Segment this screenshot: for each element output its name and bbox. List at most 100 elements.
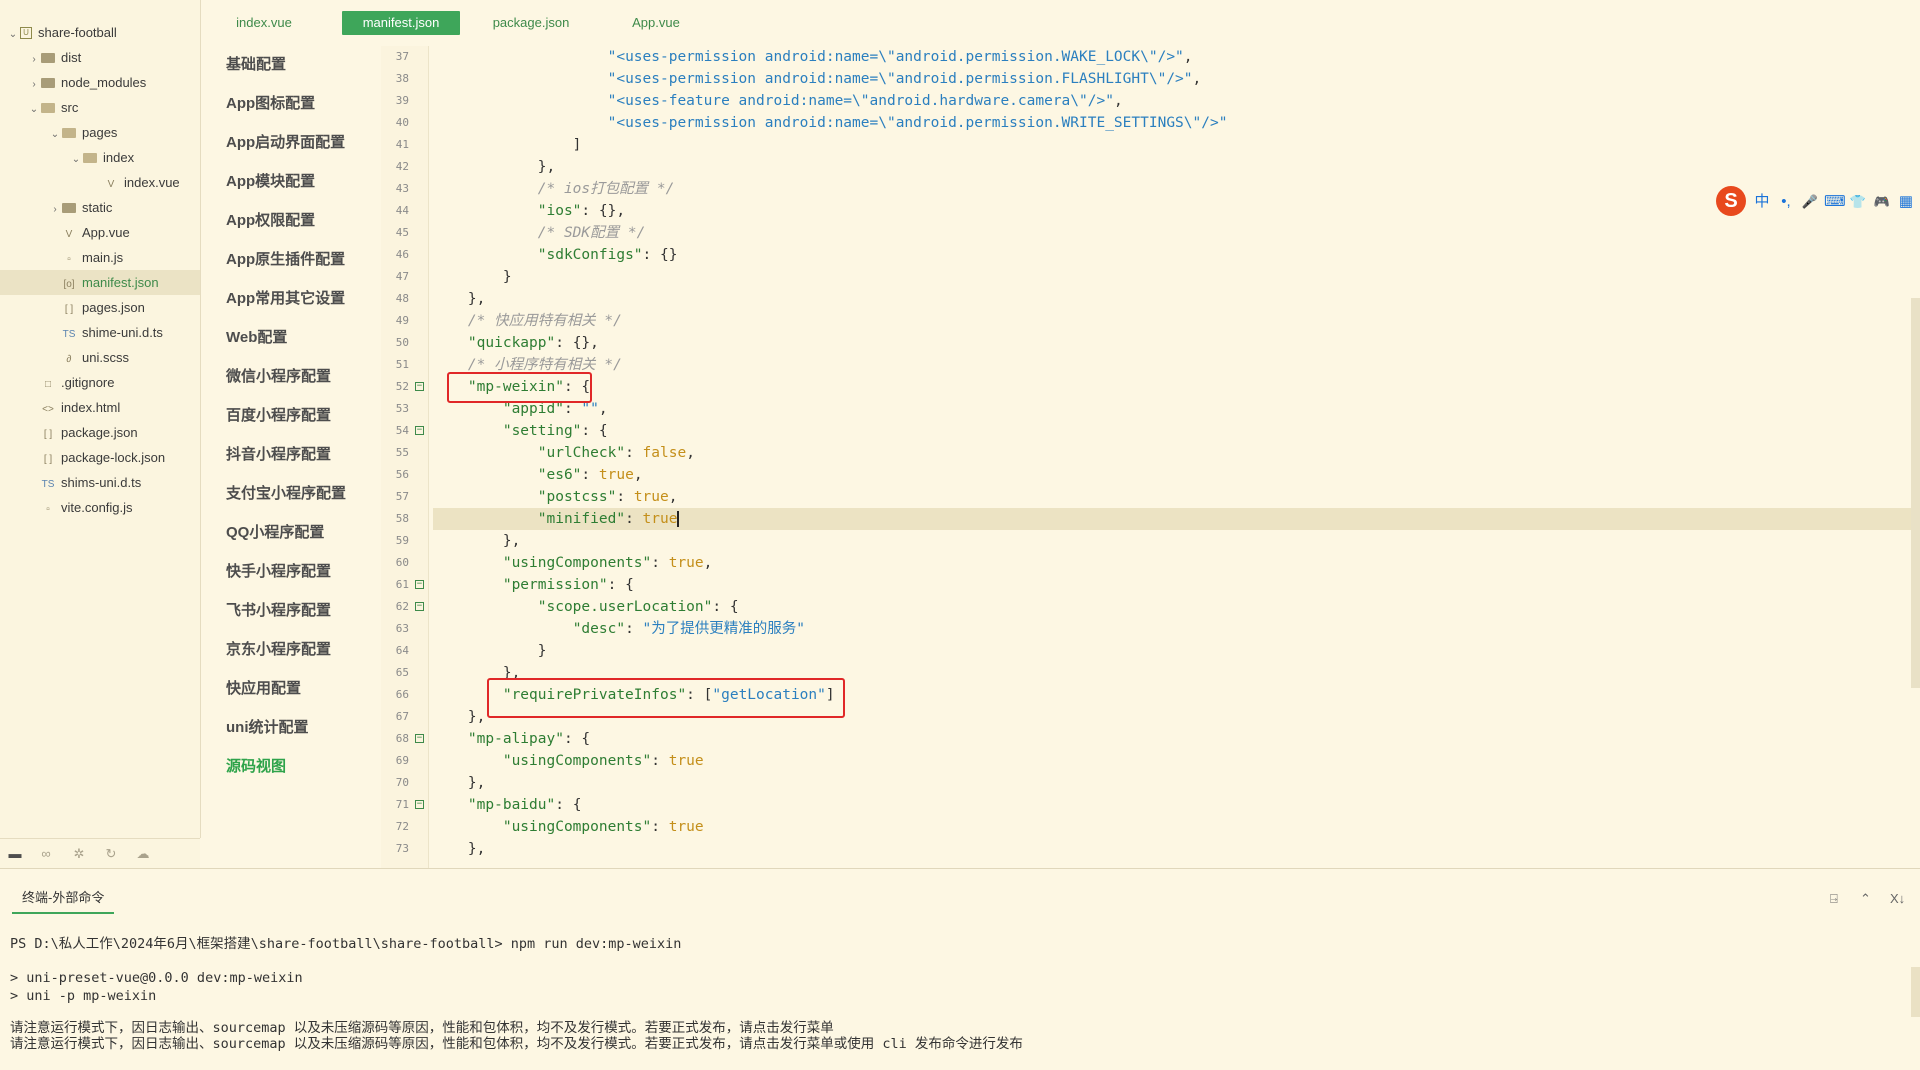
nav-jd-mp-config[interactable]: 京东小程序配置 — [226, 640, 331, 660]
code-line[interactable]: /* SDK配置 */ — [433, 222, 1920, 244]
tree-item[interactable]: › dist — [0, 45, 200, 70]
chevron-right-icon[interactable]: › — [27, 47, 41, 72]
code-line[interactable]: "scope.userLocation": { — [433, 596, 1920, 618]
code-line[interactable]: "urlCheck": false, — [433, 442, 1920, 464]
tree-item[interactable]: › static — [0, 195, 200, 220]
tree-item[interactable]: › node_modules — [0, 70, 200, 95]
terminal-scrollbar[interactable] — [1911, 967, 1920, 1017]
nav-app-modules-config[interactable]: App模块配置 — [226, 172, 315, 192]
refresh-icon[interactable]: ↻ — [104, 847, 118, 861]
code-line[interactable]: "<uses-permission android:name=\"android… — [433, 46, 1920, 68]
tree-item[interactable]: Vindex.vue — [0, 170, 200, 195]
nav-app-permission-config[interactable]: App权限配置 — [226, 211, 315, 231]
nav-weixin-mp-config[interactable]: 微信小程序配置 — [226, 367, 331, 387]
files-icon[interactable]: ▬ — [8, 847, 22, 861]
code-line[interactable]: }, — [433, 156, 1920, 178]
keyboard-icon[interactable]: ⌨ — [1824, 192, 1846, 212]
code-line[interactable]: "postcss": true, — [433, 486, 1920, 508]
chevron-down-icon[interactable]: ⌄ — [48, 122, 62, 147]
nav-web-config[interactable]: Web配置 — [226, 328, 287, 348]
tree-item[interactable]: [ ] package-lock.json — [0, 445, 200, 470]
terminal-tab[interactable]: 终端-外部命令 — [12, 887, 115, 914]
nav-quickapp-config[interactable]: 快应用配置 — [226, 679, 301, 699]
tree-item[interactable]: TS shims-uni.d.ts — [0, 470, 200, 495]
fold-toggle-icon[interactable]: − — [415, 800, 424, 809]
nav-uni-stat-config[interactable]: uni统计配置 — [226, 718, 309, 738]
nav-app-native-plugin-config[interactable]: App原生插件配置 — [226, 250, 345, 270]
nav-app-splash-config[interactable]: App启动界面配置 — [226, 133, 345, 153]
tree-item[interactable]: <> index.html — [0, 395, 200, 420]
chevron-right-icon[interactable]: › — [48, 197, 62, 222]
code-line[interactable]: "usingComponents": true — [433, 816, 1920, 838]
nav-alipay-mp-config[interactable]: 支付宝小程序配置 — [226, 484, 346, 504]
code-line[interactable]: "minified": true — [433, 508, 1920, 530]
code-line[interactable]: "appid": "", — [433, 398, 1920, 420]
chevron-down-icon[interactable]: ⌄ — [27, 97, 41, 122]
ime-chinese-button[interactable]: 中 — [1752, 192, 1772, 212]
nav-source-view[interactable]: 源码视图 — [226, 757, 286, 777]
code-line[interactable]: "<uses-permission android:name=\"android… — [433, 68, 1920, 90]
code-line[interactable]: "sdkConfigs": {} — [433, 244, 1920, 266]
code-line[interactable]: "usingComponents": true, — [433, 552, 1920, 574]
code-line[interactable]: "quickapp": {}, — [433, 332, 1920, 354]
fold-toggle-icon[interactable]: − — [415, 602, 424, 611]
code-line[interactable]: "setting": { — [433, 420, 1920, 442]
tree-item[interactable]: ∂ uni.scss — [0, 345, 200, 370]
cloud-icon[interactable]: ☁ — [136, 847, 150, 861]
debug-icon[interactable]: ✲ — [72, 847, 86, 861]
code-line[interactable]: } — [433, 640, 1920, 662]
nav-douyin-mp-config[interactable]: 抖音小程序配置 — [226, 445, 331, 465]
code-line[interactable]: }, — [433, 288, 1920, 310]
code-line[interactable]: "mp-alipay": { — [433, 728, 1920, 750]
game-icon[interactable]: 🎮 — [1872, 192, 1892, 212]
nav-qq-mp-config[interactable]: QQ小程序配置 — [226, 523, 324, 543]
chevron-down-icon[interactable]: ⌄ — [6, 22, 20, 47]
code-line[interactable]: "ios": {}, — [433, 200, 1920, 222]
fold-toggle-icon[interactable]: − — [415, 426, 424, 435]
tree-item[interactable]: ⌄ Ushare-football — [0, 20, 200, 45]
fold-toggle-icon[interactable]: − — [415, 734, 424, 743]
binoculars-icon[interactable]: ∞ — [39, 847, 53, 861]
fold-toggle-icon[interactable]: − — [415, 580, 424, 589]
tab-manifest-json[interactable]: manifest.json — [342, 11, 460, 35]
nav-feishu-mp-config[interactable]: 飞书小程序配置 — [226, 601, 331, 621]
code-line[interactable]: }, — [433, 838, 1920, 860]
code-editor[interactable]: 37 38 39 40 41 42 43 44 45 46 47 48 49 50 51 52−53 54−55… — [381, 46, 1920, 868]
code-line[interactable]: "<uses-feature android:name=\"android.ha… — [433, 90, 1920, 112]
tree-item[interactable]: ▫ vite.config.js — [0, 495, 200, 520]
nav-app-icon-config[interactable]: App图标配置 — [226, 94, 315, 114]
nav-kuaishou-mp-config[interactable]: 快手小程序配置 — [226, 562, 331, 582]
open-external-icon[interactable]: ⍈ — [1830, 891, 1838, 907]
skin-icon[interactable]: 👕 — [1848, 192, 1868, 212]
ime-punctuation-button[interactable]: •, — [1776, 192, 1796, 212]
code-line[interactable]: /* 快应用特有相关 */ — [433, 310, 1920, 332]
microphone-icon[interactable]: 🎤 — [1800, 192, 1820, 212]
code-line[interactable]: "es6": true, — [433, 464, 1920, 486]
nav-app-other-settings[interactable]: App常用其它设置 — [226, 289, 345, 309]
code-line[interactable]: "mp-weixin": { — [433, 376, 1920, 398]
code-line[interactable]: "desc": "为了提供更精准的服务" — [433, 618, 1920, 640]
chevron-down-icon[interactable]: ⌄ — [69, 147, 83, 172]
close-panel-icon[interactable]: X↓ — [1890, 891, 1905, 906]
tree-item[interactable]: [ ] pages.json — [0, 295, 200, 320]
code-line[interactable]: "mp-baidu": { — [433, 794, 1920, 816]
code-line[interactable]: /* 小程序特有相关 */ — [433, 354, 1920, 376]
code-line[interactable]: }, — [433, 530, 1920, 552]
chevron-right-icon[interactable]: › — [27, 72, 41, 97]
tab-index-vue[interactable]: index.vue — [219, 11, 309, 35]
apps-grid-icon[interactable]: ▦ — [1896, 192, 1916, 212]
code-line[interactable]: "usingComponents": true — [433, 750, 1920, 772]
tab-package-json[interactable]: package.json — [481, 11, 581, 35]
code-line[interactable]: "permission": { — [433, 574, 1920, 596]
sogou-logo-icon[interactable]: S — [1716, 186, 1746, 216]
nav-baidu-mp-config[interactable]: 百度小程序配置 — [226, 406, 331, 426]
code-line[interactable]: }, — [433, 772, 1920, 794]
editor-vertical-scrollbar[interactable] — [1911, 298, 1920, 688]
tree-item[interactable]: ▫ main.js — [0, 245, 200, 270]
tree-item[interactable]: TS shime-uni.d.ts — [0, 320, 200, 345]
maximize-panel-icon[interactable]: ⌃ — [1860, 891, 1871, 907]
code-line[interactable]: ] — [433, 134, 1920, 156]
tree-item[interactable]: ⌄ pages — [0, 120, 200, 145]
code-line[interactable]: } — [433, 266, 1920, 288]
tree-item[interactable]: [o] manifest.json — [0, 270, 200, 295]
